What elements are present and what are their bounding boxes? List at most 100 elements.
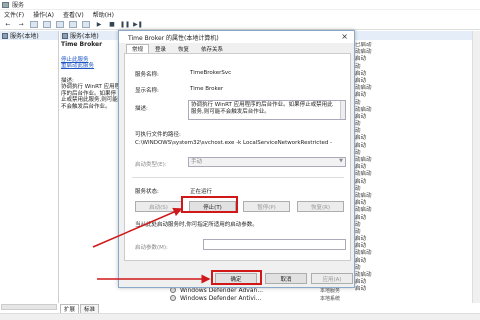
tree-item-services-local[interactable]: 服务(本地) bbox=[0, 31, 58, 40]
menu-help[interactable]: 帮助(H) bbox=[93, 10, 114, 19]
description-value: 协调执行 WinRT 应用程序的后台作业。如果停止或禁用此服务,则可能不会触发后… bbox=[191, 102, 333, 115]
console-view-icon[interactable] bbox=[30, 20, 38, 28]
list-view-icon[interactable] bbox=[43, 20, 51, 28]
resume-button[interactable]: 恢复(R) bbox=[297, 201, 344, 212]
view-tabs: 扩展 标准 bbox=[60, 302, 100, 313]
description-label: 描述: bbox=[135, 106, 148, 112]
vertical-scrollbar[interactable] bbox=[472, 31, 480, 303]
list-item[interactable]: 启动 bbox=[352, 236, 480, 243]
list-item[interactable]: 动启动 bbox=[352, 171, 480, 178]
list-item[interactable]: 启动 bbox=[352, 56, 480, 63]
list-item[interactable]: 动启动 bbox=[352, 85, 480, 92]
display-name-label: 显示名称: bbox=[135, 88, 159, 94]
start-button[interactable]: 启动(S) bbox=[135, 201, 182, 212]
display-name-value: Time Broker bbox=[190, 86, 224, 92]
forward-arrow-icon[interactable]: → bbox=[17, 21, 25, 28]
cancel-button[interactable]: 取消 bbox=[265, 273, 307, 284]
dialog-title-bar: Time Broker 的属性(本地计算机) × bbox=[119, 31, 354, 43]
tree-item-label: 服务(本地) bbox=[10, 33, 39, 40]
tab-logon[interactable]: 登录 bbox=[149, 44, 172, 53]
dialog-title: Time Broker 的属性(本地计算机) bbox=[128, 34, 219, 42]
list-item[interactable]: 动启动 bbox=[352, 250, 480, 257]
list-item[interactable]: 动启动 bbox=[352, 49, 480, 56]
list-item[interactable]: 启动 bbox=[352, 135, 480, 142]
service-name-label: 服务名称: bbox=[135, 72, 159, 78]
list-item[interactable]: 启动 bbox=[352, 286, 480, 293]
pause-icon[interactable]: ❚❚ bbox=[120, 21, 130, 28]
services-node-icon bbox=[2, 32, 8, 39]
list-item[interactable]: 动 bbox=[352, 128, 480, 135]
tab-extended[interactable]: 扩展 bbox=[60, 304, 80, 313]
services-list-bottom: Windows Defender Advan... 本地服务 Windows D… bbox=[170, 286, 370, 302]
title-bar: 服务 bbox=[0, 0, 480, 10]
service-name-value: TimeBrokerSvc bbox=[190, 70, 232, 76]
list-item[interactable]: 动 bbox=[352, 265, 480, 272]
menu-view[interactable]: 查看(V) bbox=[63, 10, 84, 19]
services-app-icon bbox=[2, 1, 9, 8]
tab-dependencies[interactable]: 依存关系 bbox=[195, 44, 229, 53]
close-icon[interactable]: × bbox=[341, 32, 348, 41]
service-status-label: 服务状态: bbox=[135, 189, 159, 195]
list-item[interactable]: 动启动 bbox=[352, 207, 480, 214]
list-item[interactable]: 启动 bbox=[352, 143, 480, 150]
refresh-icon[interactable] bbox=[56, 20, 64, 28]
list-item[interactable]: 启动 bbox=[352, 179, 480, 186]
list-item[interactable]: 动 bbox=[352, 150, 480, 157]
list-item[interactable]: 启动 bbox=[352, 114, 480, 121]
chevron-down-icon: ▼ bbox=[339, 158, 343, 164]
window-title: 服务 bbox=[12, 2, 25, 9]
description-text: 协调执行 WinRT 应用程序的后台作业。如果停止或禁用此服务,则可能不会触发后… bbox=[61, 84, 121, 110]
list-item[interactable]: 动启动 bbox=[352, 107, 480, 114]
stop-service-link[interactable]: 停止此服务 bbox=[61, 57, 89, 63]
menu-action[interactable]: 操作(A) bbox=[33, 10, 54, 19]
service-row-name: Windows Defender Antivi... bbox=[180, 294, 262, 302]
apply-button[interactable]: 应用(A) bbox=[311, 273, 353, 284]
export-list-icon[interactable] bbox=[69, 20, 77, 28]
description-box[interactable]: 协调执行 WinRT 应用程序的后台作业。如果停止或禁用此服务,则可能不会触发后… bbox=[188, 100, 346, 120]
help-icon[interactable] bbox=[82, 20, 90, 28]
startup-type-value: 手动 bbox=[191, 159, 203, 165]
ok-button-highlight bbox=[211, 270, 262, 285]
list-item[interactable]: 启动 bbox=[352, 279, 480, 286]
restart-service-link[interactable]: 重启动此服务 bbox=[61, 63, 94, 69]
play-icon[interactable]: ▶ bbox=[95, 21, 103, 28]
start-params-input[interactable] bbox=[203, 239, 346, 250]
list-item[interactable]: 动 bbox=[352, 121, 480, 128]
description-scrollbar[interactable] bbox=[340, 101, 345, 119]
restart-icon[interactable]: ▶❚ bbox=[133, 21, 143, 28]
list-item[interactable]: 动 bbox=[352, 186, 480, 193]
horizontal-scrollbar[interactable] bbox=[1, 304, 57, 310]
tab-standard[interactable]: 标准 bbox=[80, 304, 100, 313]
list-item[interactable]: 启动 bbox=[352, 71, 480, 78]
service-row-logon: 本地系统 bbox=[320, 295, 341, 302]
back-arrow-icon[interactable]: ← bbox=[4, 21, 12, 28]
exe-path-value: C:\WINDOWS\system32\svchost.exe -k Local… bbox=[135, 140, 333, 146]
divider bbox=[132, 177, 344, 178]
stop-button-highlight bbox=[181, 196, 238, 213]
service-description-pane: Time Broker 停止此服务 重启动此服务 描述: 协调执行 WinRT … bbox=[61, 41, 121, 132]
tab-general[interactable]: 常规 bbox=[126, 44, 150, 53]
list-item[interactable]: 动 bbox=[352, 64, 480, 71]
list-item[interactable]: 启动 bbox=[352, 258, 480, 265]
exe-path-label: 可执行文件的路径: bbox=[135, 132, 181, 138]
menu-file[interactable]: 文件(F) bbox=[4, 10, 24, 19]
stop-icon[interactable]: ■ bbox=[108, 21, 116, 28]
list-item[interactable]: 启动 bbox=[352, 215, 480, 222]
pause-button[interactable]: 暂停(P) bbox=[243, 201, 290, 212]
general-tab-panel: 服务名称: TimeBrokerSvc 显示名称: Time Broker 描述… bbox=[124, 53, 351, 261]
list-item[interactable]: 动 bbox=[352, 100, 480, 107]
list-item[interactable]: 动启动 bbox=[352, 193, 480, 200]
list-item[interactable]: 动启动 bbox=[352, 272, 480, 279]
list-item[interactable]: 动 bbox=[352, 229, 480, 236]
pane-header-text: 服务(本地) bbox=[70, 33, 99, 40]
startup-type-select[interactable]: 手动 ▼ bbox=[188, 157, 346, 167]
list-item[interactable]: 动启动 bbox=[352, 157, 480, 164]
selected-service-name: Time Broker bbox=[61, 41, 103, 48]
list-item[interactable]: Windows Defender Antivi... 本地系统 bbox=[170, 294, 370, 302]
services-node-icon bbox=[62, 32, 68, 39]
tab-recovery[interactable]: 恢复 bbox=[172, 44, 195, 53]
service-status-value: 正在运行 bbox=[190, 189, 213, 195]
list-item[interactable]: 动 bbox=[352, 222, 480, 229]
services-list-background: 已启动 动启动 启动动启动 启动 动启动 启动动动启动 启动动动启动 启动动动启动 启动 动启动启… bbox=[352, 42, 480, 302]
list-item[interactable]: 启动 bbox=[352, 92, 480, 99]
